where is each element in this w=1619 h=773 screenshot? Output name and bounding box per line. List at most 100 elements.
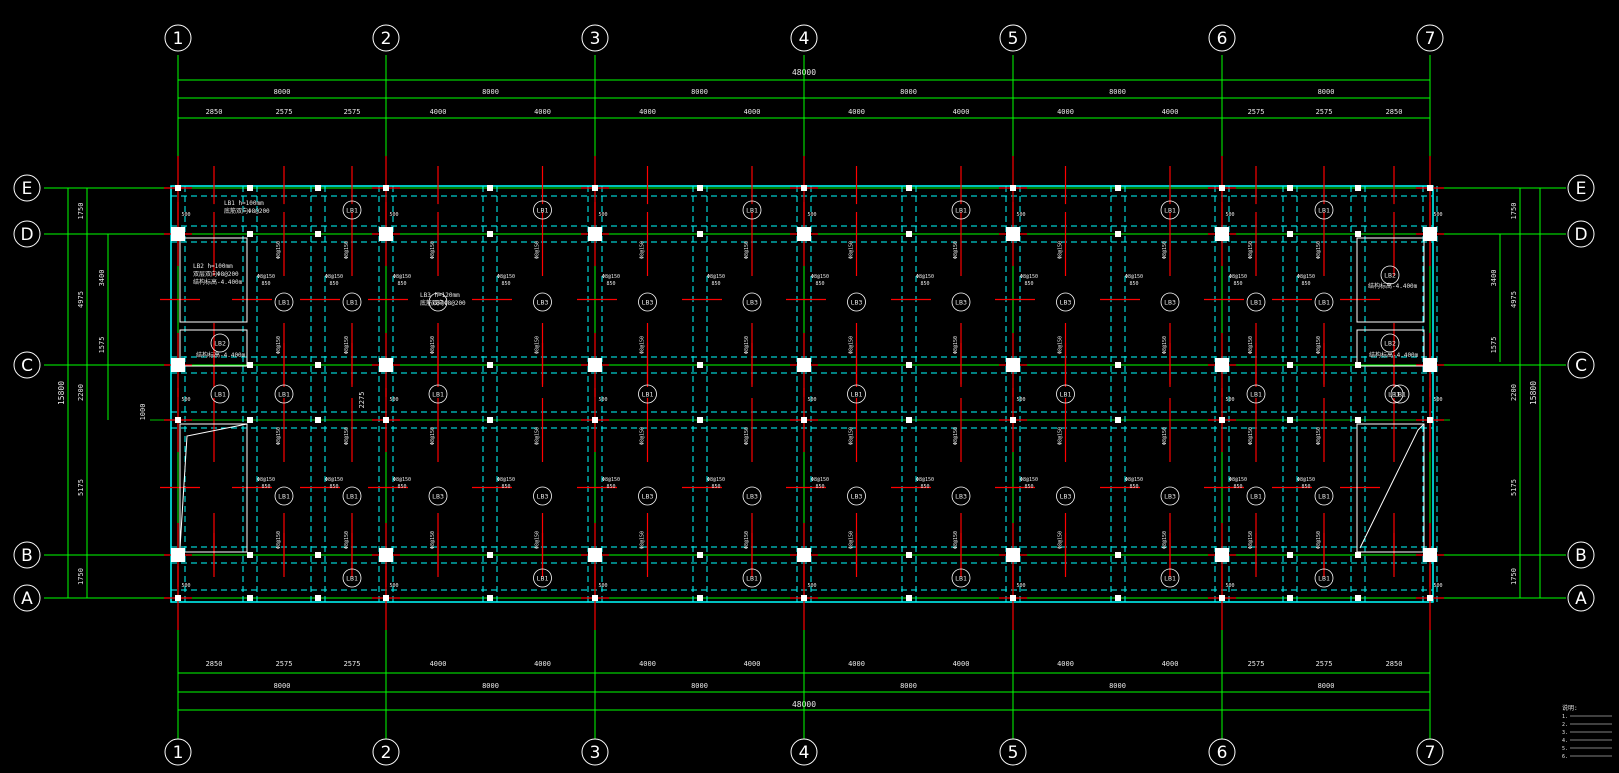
- grid-bubble-top-2-label: 2: [381, 29, 392, 49]
- subbay-dim-top-11: 2575: [1248, 108, 1265, 116]
- subbay-dim-bottom-3: 4000: [430, 660, 447, 668]
- grid-bubble-top-7-label: 7: [1425, 29, 1436, 49]
- column-63: [697, 417, 703, 423]
- column-61: [697, 231, 703, 237]
- rebar-label-6: Φ8@150: [257, 477, 275, 483]
- rebar-label-42: Φ8@150: [744, 427, 750, 445]
- column-26: [1006, 358, 1020, 372]
- column-17: [592, 595, 598, 601]
- slab-31-label: LB1: [1164, 207, 1176, 215]
- column-74: [1115, 362, 1121, 368]
- column-7: [379, 227, 393, 241]
- row-dim-right-0: 1750: [1510, 203, 1518, 220]
- column-40: [1423, 548, 1437, 562]
- rebar-label-25: Φ8@150: [535, 336, 541, 354]
- rebar-label-26: Φ8@150: [535, 427, 541, 445]
- slab-30-label: LB3: [1060, 493, 1072, 501]
- subbay-dim-top-3: 4000: [430, 108, 447, 116]
- column-88: [1355, 552, 1361, 558]
- subbay-dim-bottom-10: 4000: [1162, 660, 1179, 668]
- column-30: [1219, 185, 1225, 191]
- left-detail-dim-1: 3400: [98, 270, 106, 287]
- column-81: [1287, 417, 1293, 423]
- column-73: [1115, 231, 1121, 237]
- rebar-label-34: Φ8@150: [640, 427, 646, 445]
- column-84: [1355, 185, 1361, 191]
- column-49: [315, 231, 321, 237]
- note-lb1: LB1 h=100mm: [224, 200, 264, 207]
- note-lb3-rebar: 底筋双向Φ8@200: [420, 299, 466, 307]
- column-45: [247, 417, 253, 423]
- right-detail-dim-2: 1575: [1490, 337, 1498, 354]
- slab-10-label: LB1: [537, 207, 549, 215]
- overall-depth-dim-right: 15800: [1529, 381, 1538, 405]
- column-33: [1219, 417, 1225, 423]
- slab-0-label: LB1: [278, 391, 290, 399]
- rebar-label-17: Φ8@150: [430, 336, 436, 354]
- subbay-dim-bottom-11: 2575: [1248, 660, 1265, 668]
- note-lb2-rebar: 双层双向Φ8@200: [193, 270, 239, 278]
- column-41: [1427, 595, 1433, 601]
- rebar-label-75: Φ8@150: [1162, 531, 1168, 549]
- overall-depth-dim-left: 15800: [57, 381, 66, 405]
- column-34: [1215, 548, 1229, 562]
- rebar-label-52: Φ8@150: [811, 274, 829, 280]
- row-dim-left-0: 1750: [77, 203, 85, 220]
- rebar-label-44: Φ8@150: [707, 274, 725, 280]
- column-76: [1115, 552, 1121, 558]
- subbay-dim-top-5: 4000: [639, 108, 656, 116]
- rebar-label-16: Φ8@150: [430, 241, 436, 259]
- slab-17-label: LB1: [746, 207, 758, 215]
- rebar-label-49: Φ8@150: [849, 336, 855, 354]
- rebar-label-53: 850: [815, 281, 824, 287]
- column-29: [1010, 595, 1016, 601]
- support-label-106: 500: [807, 397, 816, 403]
- support-label-112: 500: [1225, 397, 1234, 403]
- column-67: [906, 231, 912, 237]
- support-label-101: 500: [389, 583, 398, 589]
- slab-20-label: LB3: [746, 493, 758, 501]
- grid-bubble-bottom-6-label: 6: [1217, 743, 1228, 763]
- column-21: [801, 417, 807, 423]
- column-35: [1219, 595, 1225, 601]
- column-66: [906, 185, 912, 191]
- rebar-label-59: Φ8@150: [953, 531, 959, 549]
- slab-40-label: LB1: [1318, 299, 1330, 307]
- column-43: [247, 231, 253, 237]
- rebar-label-9: Φ8@150: [344, 336, 350, 354]
- column-80: [1287, 362, 1293, 368]
- column-14: [588, 358, 602, 372]
- subbay-dim-bottom-1: 2575: [276, 660, 293, 668]
- rebar-label-12: Φ8@150: [325, 274, 343, 280]
- rebar-label-67: Φ8@150: [1058, 531, 1064, 549]
- rebar-label-27: Φ8@150: [535, 531, 541, 549]
- subbay-dim-bottom-6: 4000: [744, 660, 761, 668]
- grid-bubble-bottom-3-label: 3: [590, 743, 601, 763]
- column-60: [697, 185, 703, 191]
- column-53: [315, 595, 321, 601]
- column-23: [801, 595, 807, 601]
- column-52: [315, 552, 321, 558]
- bay-dim-top-1: 8000: [482, 88, 499, 96]
- bay-dim-bottom-3: 8000: [900, 682, 917, 690]
- column-86: [1355, 362, 1361, 368]
- subbay-dim-top-2: 2575: [344, 108, 361, 116]
- column-27: [1010, 417, 1016, 423]
- rebar-label-78: Φ8@150: [1125, 477, 1143, 483]
- slab-9-label: LB3: [432, 493, 444, 501]
- notes-title: 说明:: [1562, 704, 1578, 712]
- column-46: [247, 552, 253, 558]
- slab-47-label: LB2: [1384, 272, 1396, 280]
- rebar-label-30: Φ8@150: [497, 477, 515, 483]
- corridor-detail-dim-2: 1000: [139, 404, 147, 421]
- rebar-label-14: Φ8@150: [325, 477, 343, 483]
- grid-bubble-bottom-1-label: 1: [173, 743, 184, 763]
- column-3: [175, 417, 181, 423]
- row-dim-left-2: 2200: [77, 384, 85, 401]
- bay-dim-bottom-2: 8000: [691, 682, 708, 690]
- row-dim-right-2: 2200: [1510, 384, 1518, 401]
- column-78: [1287, 185, 1293, 191]
- rebar-label-54: Φ8@150: [811, 477, 829, 483]
- rebar-label-47: 850: [711, 484, 720, 490]
- rebar-label-32: Φ8@150: [640, 241, 646, 259]
